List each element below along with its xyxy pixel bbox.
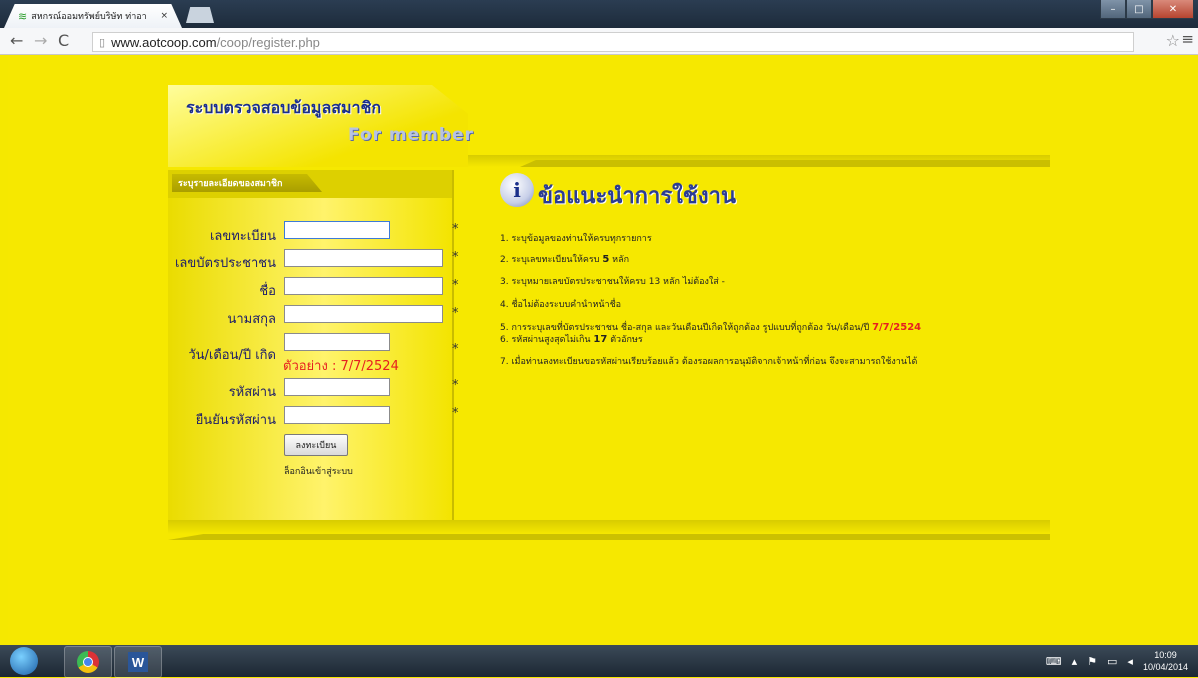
minimize-button[interactable]: – bbox=[1100, 0, 1126, 19]
login-link[interactable]: ล็อกอินเข้าสู่ระบบ bbox=[284, 464, 353, 478]
required-mark: * bbox=[452, 250, 459, 265]
registration-no-input[interactable] bbox=[284, 221, 390, 239]
address-bar[interactable]: ▯ www.aotcoop.com/coop/register.php bbox=[92, 32, 1134, 52]
register-button[interactable]: ลงทะเบียน bbox=[284, 434, 348, 456]
instruction-item: 6. รหัสผ่านสูงสุดไม่เกิน 17 ตัวอักษร bbox=[500, 334, 643, 345]
close-tab-icon[interactable]: × bbox=[160, 11, 168, 21]
label-birth-date: วัน/เดือน/ปี เกิด bbox=[188, 348, 276, 363]
clock-time: 10:09 bbox=[1154, 650, 1177, 660]
required-mark: * bbox=[452, 342, 459, 357]
bookmark-star-icon[interactable]: ☆ bbox=[1166, 31, 1180, 50]
url-path: /coop/register.php bbox=[216, 34, 320, 50]
taskbar-word-button[interactable]: W bbox=[114, 646, 162, 678]
browser-tab[interactable]: ≋ สหกรณ์ออมทรัพย์บริษัท ท่าอา × bbox=[4, 4, 182, 28]
last-name-input[interactable] bbox=[284, 305, 443, 323]
label-citizen-id: เลขบัตรประชาชน bbox=[174, 256, 276, 271]
label-first-name: ชื่อ bbox=[259, 284, 276, 299]
flag-icon[interactable]: ⚑ bbox=[1087, 655, 1097, 668]
instruction-item: 4. ชื่อไม่ต้องระบบคำนำหน้าชื่อ bbox=[500, 300, 622, 310]
instruction-item: 1. ระบุข้อมูลของท่านให้ครบทุกรายการ bbox=[500, 234, 652, 244]
label-last-name: นามสกุล bbox=[227, 312, 276, 327]
network-icon[interactable]: ▭ bbox=[1107, 655, 1117, 668]
navigation-bar: ← → C ▯ www.aotcoop.com/coop/register.ph… bbox=[0, 28, 1198, 55]
chrome-icon bbox=[77, 651, 99, 673]
required-mark: * bbox=[452, 406, 459, 421]
window-controls: – □ ✕ bbox=[1100, 0, 1194, 19]
keyboard-icon[interactable]: ⌨ bbox=[1046, 655, 1062, 668]
volume-icon[interactable]: ◂ bbox=[1127, 655, 1133, 668]
back-icon[interactable]: ← bbox=[10, 31, 23, 50]
menu-icon[interactable]: ≡ bbox=[1181, 30, 1194, 48]
new-tab-button[interactable] bbox=[186, 7, 214, 23]
required-mark: * bbox=[452, 222, 459, 237]
birth-date-input[interactable] bbox=[284, 333, 390, 351]
citizen-id-input[interactable] bbox=[284, 249, 443, 267]
windows-taskbar: W ⌨ ▴ ⚑ ▭ ◂ 10:09 10/04/2014 bbox=[0, 645, 1198, 678]
clock[interactable]: 10:09 10/04/2014 bbox=[1143, 649, 1188, 673]
form-section-tab: ระบุรายละเอียดของสมาชิก bbox=[172, 174, 322, 192]
forward-icon[interactable]: → bbox=[34, 31, 47, 50]
label-registration-no: เลขทะเบียน bbox=[209, 229, 276, 244]
instruction-item: 3. ระบุหมายเลขบัตรประชาชนให้ครบ 13 หลัก … bbox=[500, 277, 725, 287]
password-input[interactable] bbox=[284, 378, 390, 396]
taskbar-chrome-button[interactable] bbox=[64, 646, 112, 678]
instructions-title: ข้อแนะนำการใช้งาน bbox=[538, 184, 736, 209]
maximize-button[interactable]: □ bbox=[1126, 0, 1152, 19]
reload-icon[interactable]: C bbox=[58, 31, 69, 50]
close-window-button[interactable]: ✕ bbox=[1152, 0, 1194, 19]
wifi-favicon-icon: ≋ bbox=[18, 9, 28, 23]
required-mark: * bbox=[452, 306, 459, 321]
required-mark: * bbox=[452, 278, 459, 293]
page-icon: ▯ bbox=[99, 36, 106, 49]
info-icon: i bbox=[500, 173, 534, 207]
header-ribbon-shadow bbox=[520, 160, 1050, 167]
footer-ribbon-shadow bbox=[168, 534, 1050, 540]
banner-title-thai: ระบบตรวจสอบข้อมูลสมาชิก bbox=[186, 98, 382, 117]
url-host: www.aotcoop.com bbox=[111, 34, 217, 50]
start-button[interactable] bbox=[10, 647, 38, 675]
instruction-item: 7. เมื่อท่านลงทะเบียนขอรหัสผ่านเรียบร้อย… bbox=[500, 357, 918, 367]
first-name-input[interactable] bbox=[284, 277, 443, 295]
tab-title: สหกรณ์ออมทรัพย์บริษัท ท่าอา bbox=[31, 12, 147, 22]
footer-ribbon bbox=[168, 520, 1050, 534]
show-hidden-icons[interactable]: ▴ bbox=[1072, 655, 1078, 668]
clock-date: 10/04/2014 bbox=[1142, 662, 1188, 672]
confirm-password-input[interactable] bbox=[284, 406, 390, 424]
banner-title-english: For member bbox=[348, 125, 474, 145]
label-password: รหัสผ่าน bbox=[228, 385, 276, 400]
instruction-item: 2. ระบุเลขทะเบียนให้ครบ 5 หลัก bbox=[500, 254, 630, 265]
word-icon: W bbox=[128, 652, 148, 672]
birth-date-example: ตัวอย่าง : 7/7/2524 bbox=[283, 359, 399, 374]
label-confirm-password: ยืนยันรหัสผ่าน bbox=[195, 413, 276, 428]
system-tray: ⌨ ▴ ⚑ ▭ ◂ 10:09 10/04/2014 bbox=[1046, 649, 1188, 673]
window-titlebar: ≋ สหกรณ์ออมทรัพย์บริษัท ท่าอา × – □ ✕ bbox=[0, 0, 1198, 28]
required-mark: * bbox=[452, 378, 459, 393]
